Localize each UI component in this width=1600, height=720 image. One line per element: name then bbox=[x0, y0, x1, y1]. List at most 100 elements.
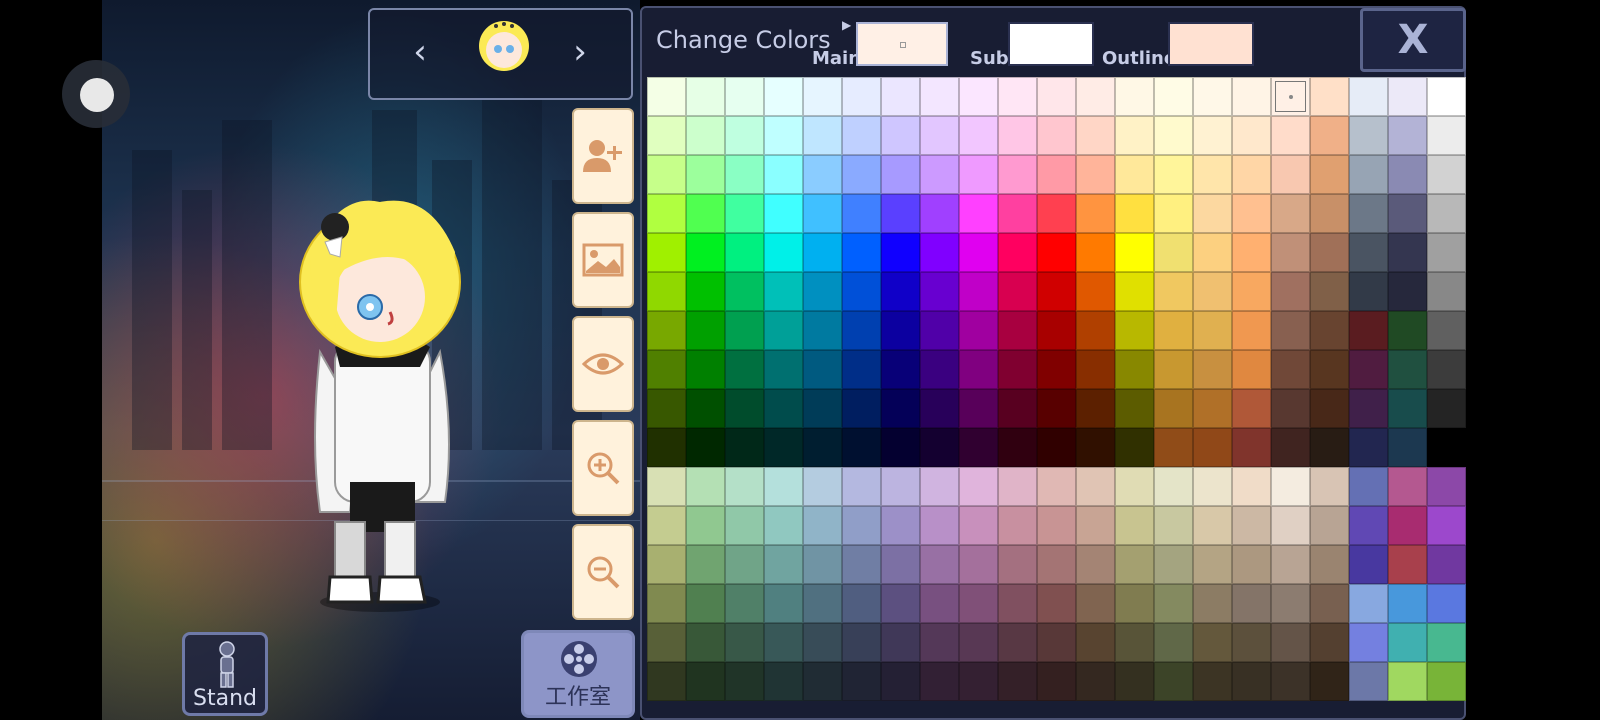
color-swatch-cell[interactable] bbox=[1193, 155, 1232, 194]
color-swatch-cell[interactable] bbox=[959, 77, 998, 116]
color-swatch-cell[interactable] bbox=[842, 272, 881, 311]
color-swatch-cell[interactable] bbox=[842, 116, 881, 155]
color-swatch-cell[interactable] bbox=[1193, 662, 1232, 701]
color-swatch-cell[interactable] bbox=[647, 77, 686, 116]
color-swatch-cell[interactable] bbox=[1232, 545, 1271, 584]
color-swatch-cell[interactable] bbox=[1388, 311, 1427, 350]
color-swatch-cell[interactable] bbox=[1115, 389, 1154, 428]
color-swatch-cell[interactable] bbox=[1271, 155, 1310, 194]
color-swatch-cell[interactable] bbox=[1310, 506, 1349, 545]
color-swatch-cell[interactable] bbox=[764, 272, 803, 311]
color-swatch-cell[interactable] bbox=[842, 350, 881, 389]
color-swatch-cell[interactable] bbox=[842, 428, 881, 467]
color-swatch-cell[interactable] bbox=[1037, 194, 1076, 233]
color-swatch-cell[interactable] bbox=[1115, 662, 1154, 701]
color-swatch-cell[interactable] bbox=[1349, 155, 1388, 194]
color-swatch-cell[interactable] bbox=[803, 194, 842, 233]
color-swatch-cell[interactable] bbox=[764, 233, 803, 272]
color-swatch-cell[interactable] bbox=[920, 389, 959, 428]
color-swatch-cell[interactable] bbox=[686, 272, 725, 311]
color-swatch-cell[interactable] bbox=[1154, 467, 1193, 506]
color-swatch-cell[interactable] bbox=[1076, 545, 1115, 584]
color-swatch-cell[interactable] bbox=[1427, 116, 1466, 155]
color-swatch-cell[interactable] bbox=[1427, 428, 1466, 467]
color-swatch-cell[interactable] bbox=[803, 428, 842, 467]
color-swatch-cell[interactable] bbox=[725, 272, 764, 311]
color-swatch-cell[interactable] bbox=[1232, 194, 1271, 233]
color-swatch-cell[interactable] bbox=[920, 545, 959, 584]
color-swatch-cell[interactable] bbox=[803, 116, 842, 155]
color-swatch-cell[interactable] bbox=[998, 272, 1037, 311]
color-swatch-cell[interactable] bbox=[1193, 77, 1232, 116]
color-swatch-cell[interactable] bbox=[1193, 623, 1232, 662]
sub-color-swatch[interactable] bbox=[1008, 22, 1094, 66]
color-swatch-cell[interactable] bbox=[842, 194, 881, 233]
close-button[interactable]: X bbox=[1360, 8, 1466, 72]
color-swatch-cell[interactable] bbox=[1310, 389, 1349, 428]
background-button[interactable] bbox=[572, 212, 634, 308]
color-swatch-cell[interactable] bbox=[1076, 194, 1115, 233]
color-swatch-cell[interactable] bbox=[1154, 272, 1193, 311]
color-swatch-cell[interactable] bbox=[647, 506, 686, 545]
color-swatch-cell[interactable] bbox=[1310, 662, 1349, 701]
color-swatch-cell[interactable] bbox=[1115, 584, 1154, 623]
color-swatch-cell[interactable] bbox=[1271, 77, 1310, 116]
color-swatch-cell[interactable] bbox=[920, 116, 959, 155]
color-swatch-cell[interactable] bbox=[959, 116, 998, 155]
color-swatch-cell[interactable] bbox=[881, 311, 920, 350]
color-swatch-cell[interactable] bbox=[1310, 233, 1349, 272]
color-swatch-cell[interactable] bbox=[1388, 506, 1427, 545]
color-swatch-cell[interactable] bbox=[686, 428, 725, 467]
color-swatch-cell[interactable] bbox=[764, 77, 803, 116]
color-swatch-cell[interactable] bbox=[1232, 584, 1271, 623]
color-swatch-cell[interactable] bbox=[881, 506, 920, 545]
color-swatch-cell[interactable] bbox=[803, 662, 842, 701]
color-swatch-cell[interactable] bbox=[803, 467, 842, 506]
color-swatch-cell[interactable] bbox=[1193, 584, 1232, 623]
color-swatch-cell[interactable] bbox=[1115, 428, 1154, 467]
color-swatch-cell[interactable] bbox=[686, 623, 725, 662]
color-swatch-cell[interactable] bbox=[647, 584, 686, 623]
color-swatch-cell[interactable] bbox=[647, 233, 686, 272]
color-swatch-cell[interactable] bbox=[1037, 584, 1076, 623]
color-swatch-cell[interactable] bbox=[725, 506, 764, 545]
color-swatch-cell[interactable] bbox=[1349, 311, 1388, 350]
color-swatch-cell[interactable] bbox=[881, 77, 920, 116]
color-swatch-cell[interactable] bbox=[1310, 350, 1349, 389]
color-swatch-cell[interactable] bbox=[1193, 194, 1232, 233]
color-swatch-cell[interactable] bbox=[1427, 233, 1466, 272]
color-swatch-cell[interactable] bbox=[920, 662, 959, 701]
color-swatch-cell[interactable] bbox=[764, 467, 803, 506]
color-swatch-cell[interactable] bbox=[998, 77, 1037, 116]
color-swatch-cell[interactable] bbox=[920, 233, 959, 272]
color-swatch-cell[interactable] bbox=[725, 545, 764, 584]
color-swatch-cell[interactable] bbox=[686, 77, 725, 116]
color-swatch-cell[interactable] bbox=[842, 467, 881, 506]
color-swatch-cell[interactable] bbox=[1427, 467, 1466, 506]
color-swatch-cell[interactable] bbox=[1271, 194, 1310, 233]
color-swatch-cell[interactable] bbox=[1115, 545, 1154, 584]
color-swatch-cell[interactable] bbox=[959, 311, 998, 350]
color-swatch-cell[interactable] bbox=[725, 662, 764, 701]
color-swatch-cell[interactable] bbox=[1076, 233, 1115, 272]
add-character-button[interactable] bbox=[572, 108, 634, 204]
color-swatch-cell[interactable] bbox=[881, 584, 920, 623]
color-swatch-cell[interactable] bbox=[725, 116, 764, 155]
color-swatch-cell[interactable] bbox=[959, 428, 998, 467]
color-swatch-cell[interactable] bbox=[959, 545, 998, 584]
color-swatch-cell[interactable] bbox=[998, 389, 1037, 428]
color-swatch-cell[interactable] bbox=[686, 311, 725, 350]
color-swatch-cell[interactable] bbox=[1037, 350, 1076, 389]
outline-color-swatch[interactable] bbox=[1168, 22, 1254, 66]
color-swatch-cell[interactable] bbox=[686, 389, 725, 428]
character-figure[interactable] bbox=[280, 182, 480, 622]
color-swatch-cell[interactable] bbox=[764, 350, 803, 389]
color-swatch-cell[interactable] bbox=[764, 584, 803, 623]
color-swatch-cell[interactable] bbox=[1349, 116, 1388, 155]
color-swatch-cell[interactable] bbox=[1427, 623, 1466, 662]
color-swatch-cell[interactable] bbox=[1310, 194, 1349, 233]
color-swatch-cell[interactable] bbox=[1193, 506, 1232, 545]
zoom-out-button[interactable] bbox=[572, 524, 634, 620]
color-swatch-cell[interactable] bbox=[1427, 350, 1466, 389]
color-swatch-cell[interactable] bbox=[1310, 623, 1349, 662]
